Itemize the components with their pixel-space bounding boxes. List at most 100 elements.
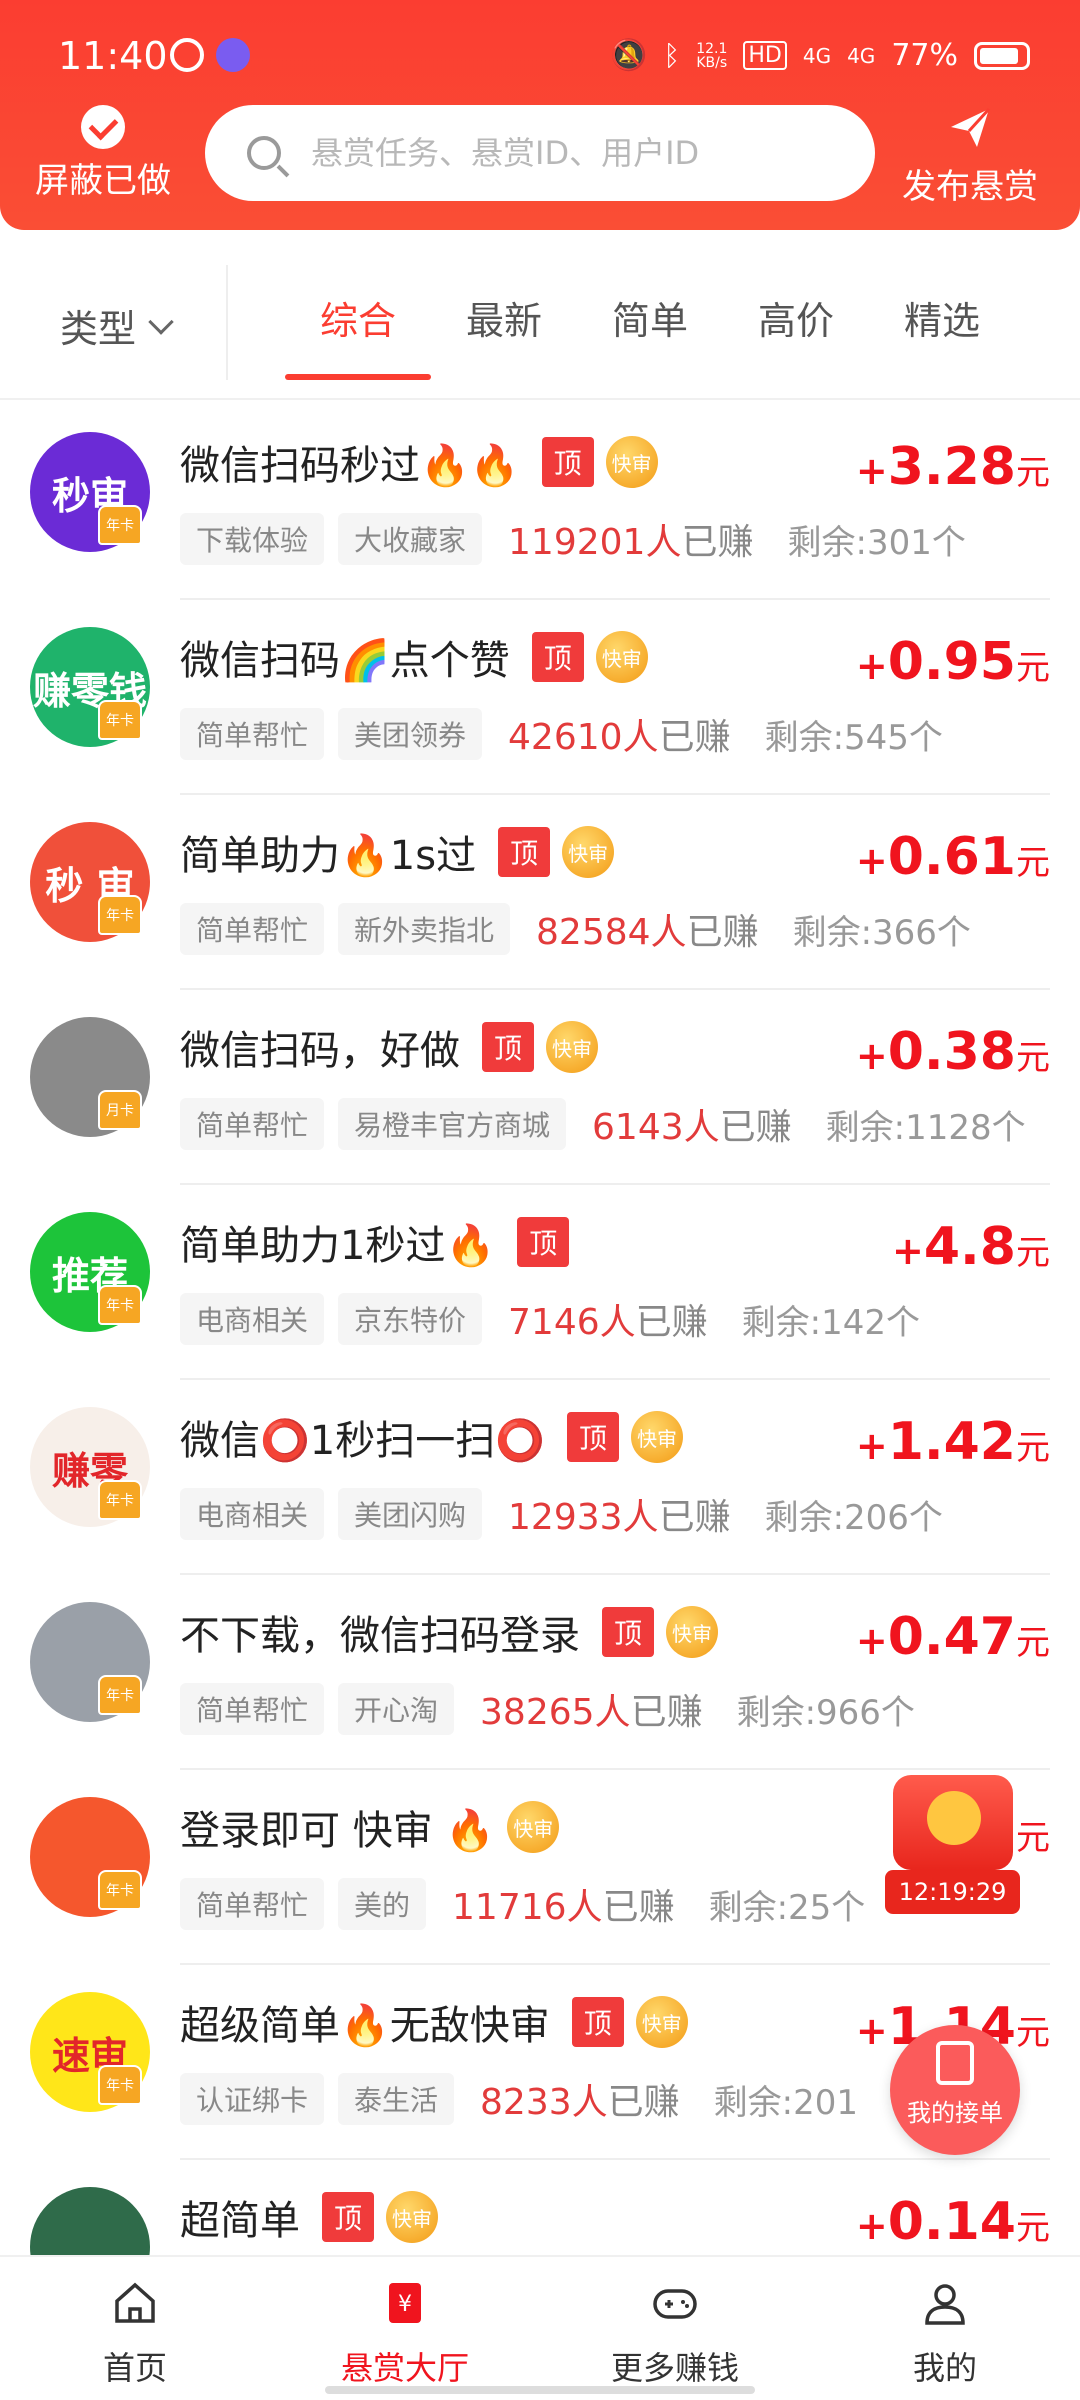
- task-tag: 泰生活: [338, 2073, 455, 2125]
- link-icon: [216, 38, 250, 72]
- member-crown-badge: 年卡: [98, 1675, 142, 1715]
- battery-icon: [974, 41, 1030, 70]
- nav-mine-label: 我的: [912, 2349, 977, 2387]
- shield-done-button[interactable]: 屏蔽已做: [28, 105, 178, 202]
- task-tag: 京东特价: [338, 1293, 483, 1345]
- task-tag: 新外卖指北: [338, 903, 511, 955]
- divider: [226, 265, 228, 380]
- gamepad-icon: [653, 2289, 697, 2319]
- tab-simple[interactable]: 简单: [577, 290, 723, 380]
- earned-count: 42610人已赚: [508, 717, 731, 758]
- member-crown-badge: 月卡: [98, 1090, 142, 1130]
- top-badge: 顶: [567, 1412, 620, 1462]
- task-price: +4.8元: [892, 1217, 1050, 1277]
- fast-review-badge: 快审: [546, 1021, 598, 1073]
- task-price: +0.38元: [855, 1022, 1050, 1082]
- task-price: +1.42元: [855, 1412, 1050, 1472]
- search-icon: [247, 136, 281, 170]
- top-badge: 顶: [541, 437, 594, 487]
- nav-bounty-hall[interactable]: ¥ 悬赏大厅: [270, 2257, 540, 2400]
- task-tag: 电商相关: [180, 1293, 325, 1345]
- task-title: 简单助力1秒过🔥: [180, 1223, 496, 1269]
- top-badge: 顶: [517, 1217, 570, 1267]
- fast-review-badge: 快审: [386, 2191, 438, 2243]
- top-badge: 顶: [498, 827, 551, 877]
- fast-review-badge: 快审: [635, 1996, 688, 2048]
- publish-bounty-label: 发布悬赏: [902, 167, 1038, 207]
- remaining-count: 剩余:366个: [792, 912, 971, 953]
- battery-percent: 77%: [891, 38, 958, 73]
- task-title: 微信扫码，好做: [180, 1028, 460, 1074]
- earned-count: 119201人已赚: [508, 522, 754, 563]
- nav-home[interactable]: 首页: [0, 2257, 270, 2400]
- task-item[interactable]: 赚零 年卡 微信⭕1秒扫一扫⭕ 顶快审 +1.42元 电商相关 美团闪购 12933人已赚 剩余…: [0, 1380, 1080, 1575]
- red-packet-timer: 12:19:29: [885, 1870, 1020, 1914]
- task-tag: 简单帮忙: [180, 1683, 325, 1735]
- task-title-row: 微信扫码，好做顶快审: [180, 1018, 598, 1076]
- publish-bounty-button[interactable]: 发布悬赏: [890, 105, 1050, 208]
- status-right: 🔕 ᛒ 12.1 KB/s HD 4G 4G 77%: [610, 38, 1030, 73]
- fast-review-badge: 快审: [631, 1411, 684, 1463]
- task-meta: 下载体验 大收藏家 119201人已赚 剩余:301个: [180, 513, 966, 565]
- top-badge: 顶: [602, 1607, 654, 1657]
- task-title-row: 简单助力🔥1s过顶快审: [180, 823, 615, 881]
- task-item[interactable]: 推荐 年卡 简单助力1秒过🔥 顶 +4.8元 电商相关 京东特价 7146人已赚 剩余:142个: [0, 1185, 1080, 1380]
- red-envelope-icon: [892, 1775, 1013, 1870]
- task-item[interactable]: 秒 审年卡 简单助力🔥1s过顶快审 +0.61元 简单帮忙 新外卖指北 82584人已赚剩…: [0, 795, 1080, 990]
- remaining-count: 剩余:25个: [708, 1887, 866, 1928]
- task-item[interactable]: 秒审 年卡 微信扫码秒过🔥🔥 顶快审 +3.28元 下载体验 大收藏家 119201人已赚 剩余…: [0, 405, 1080, 600]
- member-crown-badge: 年卡: [98, 700, 142, 740]
- clipboard-icon: [936, 2041, 974, 2085]
- avatar: [30, 2187, 150, 2255]
- my-orders-label: 我的接单: [907, 2099, 1003, 2127]
- nav-bounty-hall-label: 悬赏大厅: [340, 2349, 469, 2387]
- task-item[interactable]: 月卡 微信扫码，好做顶快审 +0.38元简单帮忙 易橙丰官方商城 6143人已赚 剩余:1…: [0, 990, 1080, 1185]
- remaining-count: 剩余:966个: [736, 1692, 915, 1733]
- search-bar[interactable]: [205, 105, 875, 201]
- member-crown-badge: 年卡: [98, 1870, 142, 1910]
- earned-count: 82584人已赚: [536, 912, 759, 953]
- search-input[interactable]: [311, 134, 811, 172]
- task-item[interactable]: 赚零钱 年卡 微信扫码🌈点个赞顶快审 +0.95元 简单帮忙 美团领券 42610人已赚 剩余…: [0, 600, 1080, 795]
- task-item[interactable]: 超简单顶快审 +0.14元: [0, 2160, 1080, 2255]
- task-title-row: 微信扫码🌈点个赞顶快审: [180, 628, 648, 686]
- chevron-down-icon: [148, 308, 174, 335]
- fast-review-badge: 快审: [605, 436, 658, 488]
- sync-icon: [170, 38, 204, 72]
- status-time: 11:40: [58, 34, 168, 78]
- task-item[interactable]: 年卡 不下载，微信扫码登录顶快审 +0.47元 简单帮忙 开心淘 38265人已赚 剩余:9…: [0, 1575, 1080, 1770]
- task-title-row: 微信⭕1秒扫一扫⭕ 顶快审: [180, 1408, 684, 1466]
- remaining-count: 剩余:206个: [764, 1497, 943, 1538]
- task-title-row: 登录即可 快审 🔥 快审: [180, 1798, 560, 1856]
- tab-featured[interactable]: 精选: [869, 290, 1015, 380]
- earned-count: 6143人已赚: [592, 1107, 792, 1148]
- type-dropdown[interactable]: 类型: [60, 298, 174, 353]
- status-bar: 11:40 🔕 ᛒ 12.1 KB/s HD 4G 4G 77%: [0, 0, 1080, 100]
- task-price: +3.28元: [855, 437, 1050, 497]
- app-root: 11:40 🔕 ᛒ 12.1 KB/s HD 4G 4G 77% 屏蔽已做 悬赏…: [0, 0, 1080, 2400]
- nav-mine[interactable]: 我的: [810, 2257, 1080, 2400]
- task-title: 超级简单🔥无敌快审: [180, 2003, 550, 2049]
- tab-comprehensive[interactable]: 综合: [285, 290, 431, 380]
- task-title: 微信扫码秒过🔥🔥: [180, 443, 520, 489]
- my-orders-button[interactable]: 我的接单: [890, 2025, 1020, 2155]
- member-crown-badge: 年卡: [98, 1285, 142, 1325]
- red-packet-widget[interactable]: 12:19:29: [885, 1775, 1020, 1915]
- task-meta: 简单帮忙 易橙丰官方商城 6143人已赚 剩余:1128个: [180, 1098, 1026, 1150]
- task-meta: 简单帮忙 开心淘 38265人已赚 剩余:966个: [180, 1683, 915, 1735]
- remaining-count: 剩余:301个: [787, 522, 966, 563]
- shield-done-label: 屏蔽已做: [35, 161, 171, 201]
- check-circle-icon: [81, 105, 125, 149]
- home-indicator: [325, 2386, 755, 2394]
- tab-latest[interactable]: 最新: [431, 290, 577, 380]
- task-tag: 美团闪购: [338, 1488, 483, 1540]
- member-crown-badge: 年卡: [98, 505, 142, 545]
- remaining-count: 剩余:1128个: [825, 1107, 1026, 1148]
- task-title: 微信扫码🌈点个赞: [180, 638, 510, 684]
- fast-review-badge: 快审: [507, 1801, 560, 1853]
- remaining-count: 剩余:142个: [741, 1302, 921, 1343]
- earned-count: 12933人已赚: [508, 1497, 731, 1538]
- signal-4g-icon-2: 4G: [847, 43, 876, 68]
- nav-more-earn[interactable]: 更多赚钱: [540, 2257, 810, 2400]
- tab-high-price[interactable]: 高价: [723, 290, 869, 380]
